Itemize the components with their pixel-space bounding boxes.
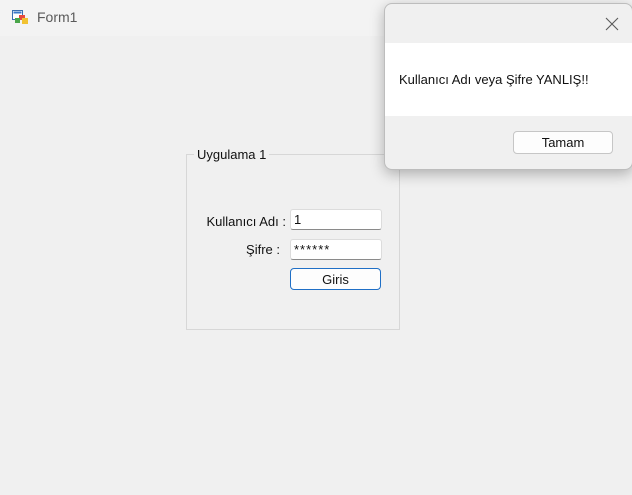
app-icon xyxy=(12,9,30,25)
message-box-body: Kullanıcı Adı veya Şifre YANLIŞ!! xyxy=(385,43,632,116)
password-label: Şifre : xyxy=(246,242,280,257)
groupbox-title: Uygulama 1 xyxy=(194,147,270,163)
ok-button[interactable]: Tamam xyxy=(513,131,613,154)
username-input[interactable] xyxy=(290,209,382,230)
password-input[interactable] xyxy=(290,239,382,260)
login-button[interactable]: Giris xyxy=(290,268,381,290)
message-box-dialog: Kullanıcı Adı veya Şifre YANLIŞ!! Tamam xyxy=(384,3,632,170)
close-icon[interactable] xyxy=(602,14,622,34)
error-message: Kullanıcı Adı veya Şifre YANLIŞ!! xyxy=(399,72,589,87)
window-title: Form1 xyxy=(37,9,78,25)
username-label: Kullanıcı Adı : xyxy=(206,214,287,229)
